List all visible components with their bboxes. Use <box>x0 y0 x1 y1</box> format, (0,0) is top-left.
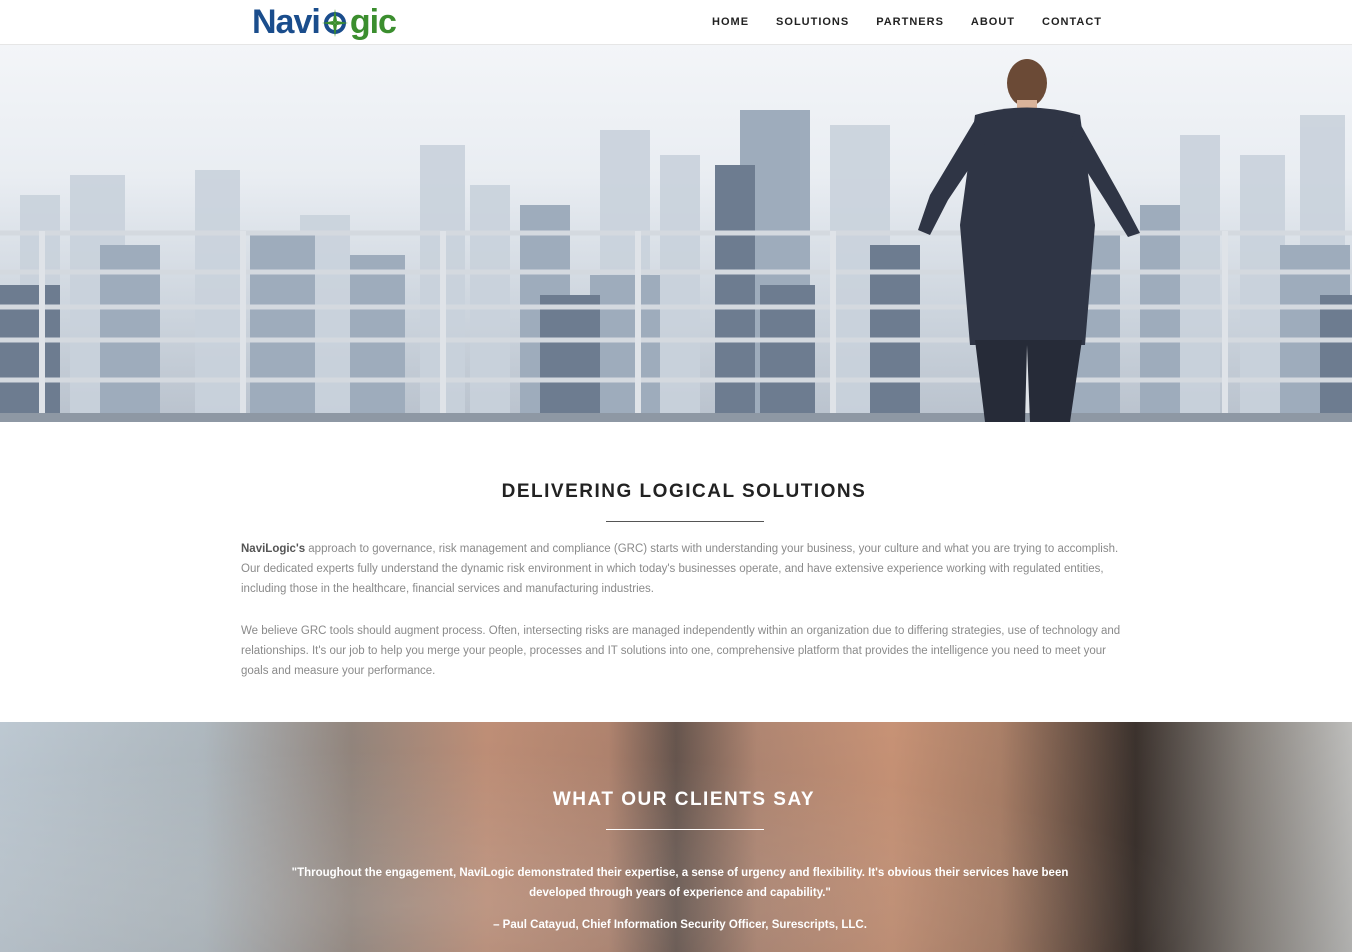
intro-brand-name: NaviLogic's <box>241 543 306 555</box>
logo-text-navi: Navi <box>252 3 321 41</box>
main-nav: HOME SOLUTIONS PARTNERS ABOUT CONTACT <box>712 0 1102 44</box>
hero-banner <box>0 45 1352 422</box>
nav-about[interactable]: ABOUT <box>971 16 1015 28</box>
intro-paragraph-1-text: approach to governance, risk management … <box>241 543 1119 595</box>
nav-solutions[interactable]: SOLUTIONS <box>776 16 849 28</box>
navilogic-logo[interactable]: Navi gic <box>252 2 397 42</box>
nav-contact[interactable]: CONTACT <box>1042 16 1102 28</box>
testimonial-quote: "Throughout the engagement, NaviLogic de… <box>291 867 1069 899</box>
nav-partners[interactable]: PARTNERS <box>876 16 944 28</box>
compass-icon <box>321 8 349 37</box>
testimonials-heading: WHAT OUR CLIENTS SAY <box>552 789 816 810</box>
testimonials-background <box>0 722 1352 952</box>
nav-home[interactable]: HOME <box>712 16 749 28</box>
testimonials-section: WHAT OUR CLIENTS SAY "Throughout the eng… <box>0 722 1352 952</box>
intro-heading: DELIVERING LOGICAL SOLUTIONS <box>501 481 867 502</box>
intro-paragraph-2: We believe GRC tools should augment proc… <box>241 625 1121 677</box>
intro-paragraph-1: NaviLogic's approach to governance, risk… <box>241 539 1131 599</box>
intro-divider <box>606 521 764 522</box>
hero-cityscape-image <box>0 59 1352 422</box>
testimonials-divider <box>606 829 764 830</box>
logo-text-gic: gic <box>349 3 397 41</box>
site-header: Navi gic HOME SOLUTIONS PARTNERS ABOUT C… <box>0 0 1352 45</box>
testimonial-author: – Paul Catayud, Chief Information Securi… <box>493 919 867 931</box>
